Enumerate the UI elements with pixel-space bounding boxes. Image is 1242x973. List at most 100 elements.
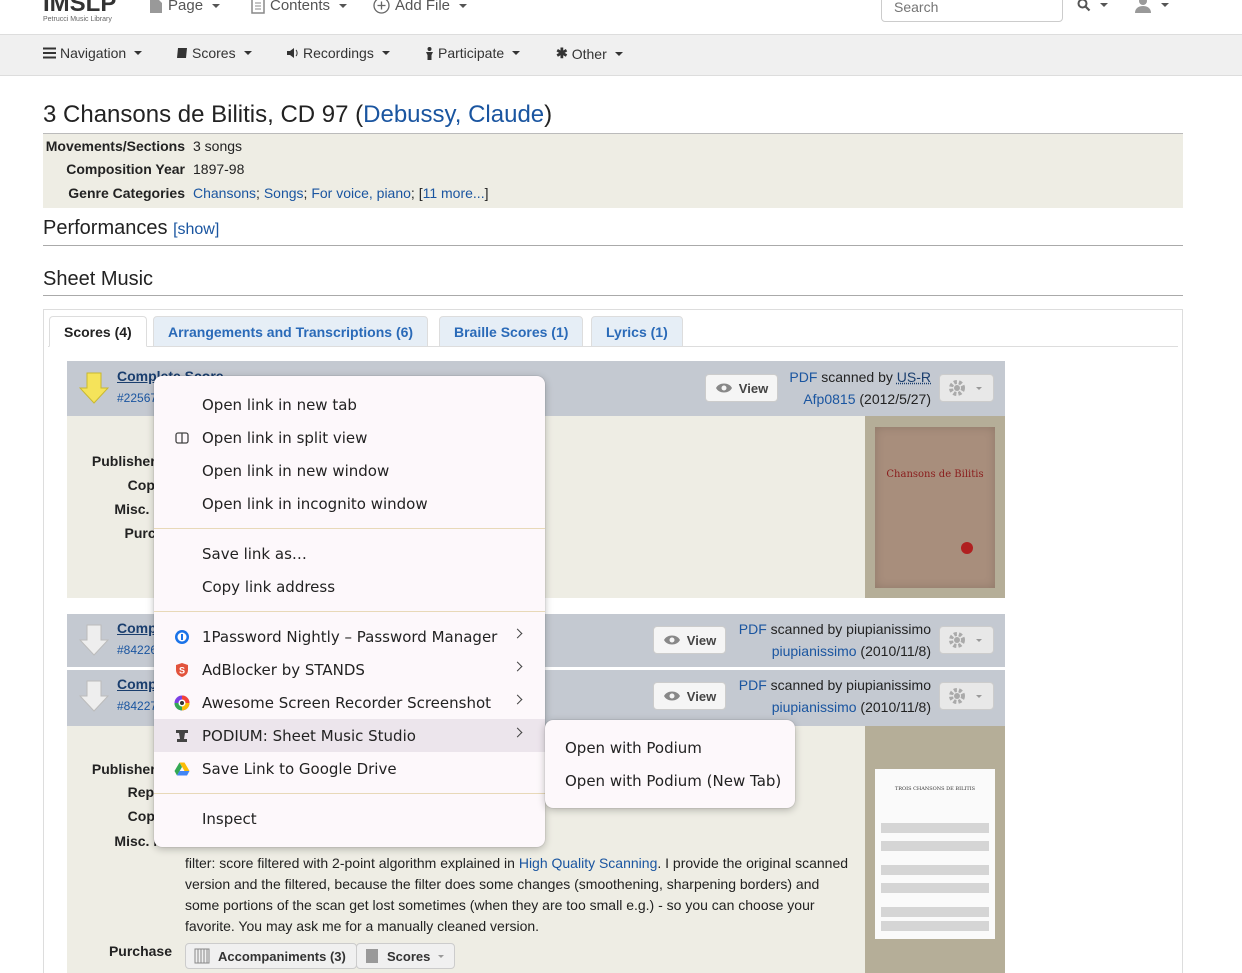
search-icon — [1077, 0, 1091, 12]
scanner-name[interactable]: US-R — [897, 369, 931, 385]
podium-icon — [176, 730, 188, 742]
misc-text-start: filter: score filtered with 2-point algo… — [185, 855, 519, 871]
menu-1password[interactable]: 1Password Nightly – Password Manager — [154, 620, 545, 653]
view-button[interactable]: View — [653, 682, 726, 710]
view-label: View — [686, 688, 717, 704]
cover-title: Chansons de Bilitis — [886, 469, 984, 480]
score-thumbnail[interactable]: Chansons de Bilitis — [865, 416, 1005, 598]
menu-open-new-window[interactable]: Open link in new window — [154, 454, 545, 487]
section-divider — [43, 245, 1183, 246]
menu-screen-recorder[interactable]: Awesome Screen Recorder Screenshot — [154, 686, 545, 719]
menu-open-split-view[interactable]: Open link in split view — [154, 421, 545, 454]
high-quality-scanning-link[interactable]: High Quality Scanning — [519, 855, 658, 871]
asterisk-icon: ✱ — [556, 45, 568, 61]
logo-text: IMSLP — [43, 0, 117, 17]
submenu-open-with-podium-new-tab[interactable]: Open with Podium (New Tab) — [545, 764, 795, 797]
genre-more-link[interactable]: 11 more... — [423, 185, 485, 201]
chevron-right-icon — [512, 694, 523, 705]
screen-recorder-icon — [174, 695, 190, 711]
tab-braille-scores[interactable]: Braille Scores (1) — [439, 316, 584, 347]
year-label: Composition Year — [66, 161, 185, 177]
tab-arrangements[interactable]: Arrangements and Transcriptions (6) — [153, 316, 429, 347]
cover-image: Chansons de Bilitis — [875, 427, 995, 588]
nav-scores[interactable]: Scores — [176, 45, 252, 61]
pdf-link[interactable]: PDF — [739, 621, 767, 637]
uploader-link[interactable]: piupianissimo — [772, 643, 857, 659]
add-file-menu[interactable]: Add File — [373, 0, 468, 14]
view-button[interactable]: View — [705, 374, 778, 402]
user-menu[interactable] — [1134, 0, 1169, 14]
chevron-down-icon — [134, 51, 143, 55]
view-button[interactable]: View — [653, 626, 726, 654]
file-options-button[interactable] — [939, 682, 994, 710]
nav-other[interactable]: ✱ Other — [556, 45, 623, 62]
contents-menu[interactable]: Contents — [251, 0, 348, 14]
genre-link[interactable]: Chansons — [193, 185, 256, 201]
nav-recordings[interactable]: Recordings — [286, 45, 390, 61]
tab-lyrics[interactable]: Lyrics (1) — [591, 316, 683, 347]
menu-separator — [154, 793, 545, 794]
eye-icon — [663, 635, 680, 645]
file-title-link[interactable]: Comp — [117, 620, 157, 636]
sheet-music-heading: Sheet Music — [43, 268, 154, 290]
svg-text:S: S — [179, 666, 185, 676]
scanned-by-text: scanned by — [821, 369, 893, 385]
info-row-movements: Movements/Sections 3 songs — [43, 138, 242, 160]
pdf-link[interactable]: PDF — [789, 369, 817, 385]
nav-navigation[interactable]: Navigation — [43, 45, 143, 61]
menu-save-link-as[interactable]: Save link as… — [154, 537, 545, 570]
chevron-right-icon — [512, 661, 523, 672]
uploader-link[interactable]: piupianissimo — [772, 699, 857, 715]
scores-purchase-button[interactable]: Scores — [356, 943, 456, 969]
genre-link[interactable]: For voice, piano — [311, 185, 411, 201]
movements-value: 3 songs — [193, 138, 243, 154]
score-page-title: TROIS CHANSONS DE BILITIS — [894, 786, 976, 792]
genre-link[interactable]: Songs — [264, 185, 304, 201]
submenu-open-with-podium[interactable]: Open with Podium — [545, 731, 795, 764]
menu-copy-link-address[interactable]: Copy link address — [154, 570, 545, 603]
search-input[interactable] — [881, 0, 1063, 22]
tab-scores[interactable]: Scores (4) — [49, 316, 147, 347]
download-arrow-icon[interactable] — [79, 372, 109, 404]
volume-icon — [287, 48, 298, 58]
file-id[interactable]: #84227 — [117, 699, 157, 713]
menu-open-new-tab[interactable]: Open link in new tab — [154, 388, 545, 421]
staff-lines — [881, 823, 989, 931]
uploader-link[interactable]: Afp0815 — [803, 391, 855, 407]
chevron-down-icon — [512, 51, 521, 55]
file-options-button[interactable] — [939, 374, 994, 402]
menu-podium[interactable]: PODIUM: Sheet Music Studio — [154, 719, 545, 752]
upload-date: (2010/11/8) — [860, 699, 931, 715]
file-id[interactable]: #84226 — [117, 643, 157, 657]
menu-save-google-drive[interactable]: Save Link to Google Drive — [154, 752, 545, 785]
menu-open-incognito[interactable]: Open link in incognito window — [154, 487, 545, 520]
submenu-item-label: Open with Podium (New Tab) — [565, 771, 782, 790]
score-thumbnail[interactable]: TROIS CHANSONS DE BILITIS — [865, 726, 1005, 973]
site-logo[interactable]: IMSLP Petrucci Music Library — [43, 0, 116, 24]
accompaniments-button[interactable]: Accompaniments (3) — [185, 943, 357, 969]
pdf-link[interactable]: PDF — [739, 677, 767, 693]
file-options-button[interactable] — [939, 626, 994, 654]
podium-submenu: Open with Podium Open with Podium (New T… — [545, 720, 795, 808]
file-title-link[interactable]: Comp — [117, 676, 157, 692]
download-arrow-icon[interactable] — [79, 680, 109, 712]
composer-link[interactable]: Debussy, Claude — [363, 101, 544, 128]
gear-icon — [949, 380, 965, 396]
nav-participate-label: Participate — [438, 45, 505, 61]
upload-date: (2010/11/8) — [860, 643, 931, 659]
performances-show-toggle[interactable]: [show] — [173, 221, 219, 238]
movements-label: Movements/Sections — [45, 138, 185, 154]
context-menu: Open link in new tab Open link in split … — [154, 376, 545, 847]
menu-adblocker[interactable]: S AdBlocker by STANDS — [154, 653, 545, 686]
genre-label: Genre Categories — [68, 185, 185, 201]
scanned-by-text: scanned by — [770, 677, 843, 693]
search-options-button[interactable] — [1077, 0, 1108, 12]
menu-inspect[interactable]: Inspect — [154, 802, 545, 835]
nav-participate[interactable]: Participate — [425, 45, 521, 61]
chevron-down-icon — [381, 51, 390, 55]
scan-info: PDF scanned by US-R Afp0815 (2012/5/27) — [789, 366, 931, 410]
download-arrow-icon[interactable] — [79, 624, 109, 656]
page-menu[interactable]: Page — [149, 0, 221, 14]
chevron-down-icon — [212, 3, 221, 8]
file-id[interactable]: #22567 — [117, 391, 157, 405]
